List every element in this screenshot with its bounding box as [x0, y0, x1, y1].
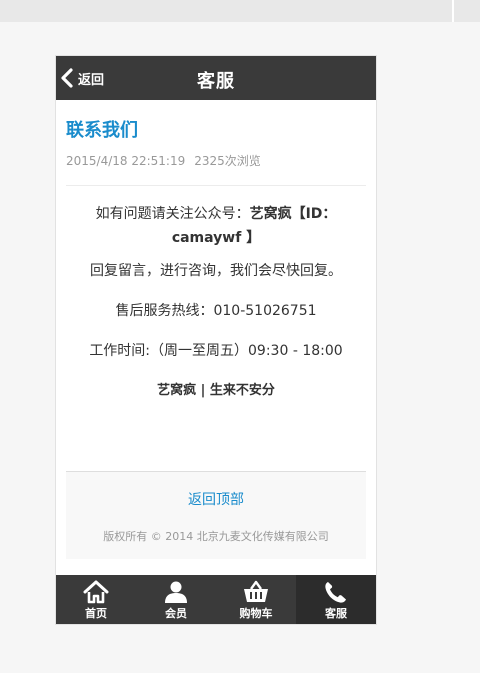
browser-top-strip — [0, 0, 480, 22]
phone-icon — [322, 580, 350, 604]
cart-icon — [242, 580, 270, 604]
bottom-tab-bar: 首页 会员 购物车 客服 — [56, 575, 376, 624]
app-header: 返回 客服 — [56, 56, 376, 100]
page-footer: 返回顶部 版权所有 © 2014 北京九麦文化传媒有限公司 — [66, 471, 366, 559]
tab-member[interactable]: 会员 — [136, 575, 216, 624]
tab-cart[interactable]: 购物车 — [216, 575, 296, 624]
page-title: 客服 — [197, 71, 235, 92]
paragraph-wechat: 如有问题请关注公众号：艺窝疯【ID：camaywf 】 — [66, 202, 366, 250]
paragraph-hotline: 售后服务热线：010-51026751 — [115, 303, 317, 319]
tab-label: 购物车 — [239, 607, 273, 620]
wechat-prefix: 如有问题请关注公众号： — [95, 206, 250, 222]
article: 联系我们 2015/4/18 22:51:19 2325次浏览 如有问题请关注公众… — [66, 100, 366, 403]
article-views: 2325次浏览 — [194, 154, 261, 168]
article-date: 2015/4/18 22:51:19 — [66, 154, 186, 168]
tab-service[interactable]: 客服 — [296, 575, 376, 624]
user-icon — [162, 580, 190, 604]
tab-home[interactable]: 首页 — [56, 575, 136, 624]
tab-label: 客服 — [325, 607, 347, 620]
back-to-top-link[interactable]: 返回顶部 — [188, 489, 244, 509]
tab-label: 会员 — [165, 607, 187, 620]
paragraph-reply: 回复留言，进行咨询，我们会尽快回复。 — [90, 263, 342, 279]
mobile-page: 返回 客服 联系我们 2015/4/18 22:51:19 2325次浏览 如有问… — [56, 56, 376, 624]
copyright-text: 版权所有 © 2014 北京九麦文化传媒有限公司 — [103, 530, 329, 543]
article-title: 联系我们 — [66, 120, 138, 141]
tab-label: 首页 — [85, 607, 107, 620]
home-icon — [82, 580, 110, 604]
top-strip-divider — [452, 0, 454, 22]
article-meta: 2015/4/18 22:51:19 2325次浏览 — [66, 152, 366, 186]
paragraph-slogan: 艺窝疯 | 生来不安分 — [157, 383, 275, 398]
paragraph-hours: 工作时间:（周一至周五）09:30 - 18:00 — [89, 343, 343, 359]
